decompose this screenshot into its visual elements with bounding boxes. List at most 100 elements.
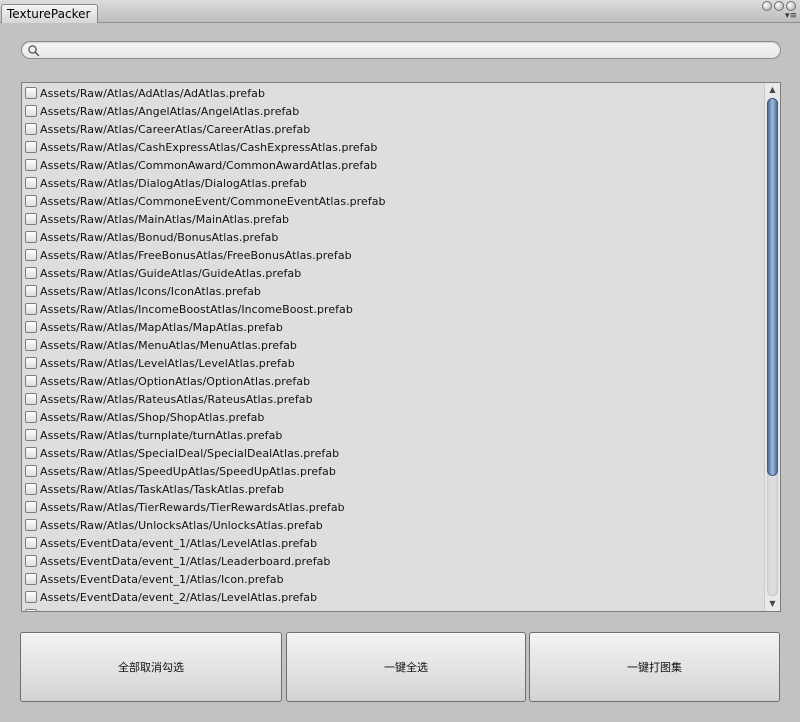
item-checkbox[interactable] [25,285,37,297]
list-item[interactable]: Assets/Raw/Atlas/DialogAtlas/DialogAtlas… [25,174,307,192]
list-item[interactable]: Assets/Raw/Atlas/CashExpressAtlas/CashEx… [25,138,377,156]
list-item[interactable]: Assets/Raw/Atlas/AdAtlas/AdAtlas.prefab [25,84,265,102]
list-item[interactable]: Assets/EventData/event_2/Atlas/Leaderboa… [25,606,330,611]
list-item[interactable]: Assets/Raw/Atlas/GuideAtlas/GuideAtlas.p… [25,264,301,282]
item-label: Assets/EventData/event_2/Atlas/LevelAtla… [40,590,318,604]
item-checkbox[interactable] [25,267,37,279]
list-item[interactable]: Assets/Raw/Atlas/MainAtlas/MainAtlas.pre… [25,210,289,228]
list-item[interactable]: Assets/Raw/Atlas/AngelAtlas/AngelAtlas.p… [25,102,299,120]
item-checkbox[interactable] [25,357,37,369]
list-item[interactable]: Assets/Raw/Atlas/CommoneEvent/CommoneEve… [25,192,386,210]
window-button-icon[interactable] [786,1,796,11]
list-item[interactable]: Assets/Raw/Atlas/UnlocksAtlas/UnlocksAtl… [25,516,323,534]
item-checkbox[interactable] [25,555,37,567]
deselect-all-button[interactable]: 全部取消勾选 [20,632,282,702]
menu-lines-icon[interactable]: ▾≡ [785,12,797,21]
item-label: Assets/Raw/Atlas/IncomeBoostAtlas/Income… [40,302,353,316]
item-checkbox[interactable] [25,465,37,477]
item-checkbox[interactable] [25,105,37,117]
window-controls [762,1,796,11]
item-label: Assets/Raw/Atlas/turnplate/turnAtlas.pre… [40,428,283,442]
select-all-button[interactable]: 一键全选 [286,632,526,702]
list-item[interactable]: Assets/Raw/Atlas/FreeBonusAtlas/FreeBonu… [25,246,352,264]
list-item[interactable]: Assets/Raw/Atlas/LevelAtlas/LevelAtlas.p… [25,354,295,372]
item-label: Assets/Raw/Atlas/TaskAtlas/TaskAtlas.pre… [40,482,285,496]
item-checkbox[interactable] [25,195,37,207]
item-checkbox[interactable] [25,483,37,495]
list-item[interactable]: Assets/EventData/event_2/Atlas/LevelAtla… [25,588,317,606]
item-label: Assets/Raw/Atlas/DialogAtlas/DialogAtlas… [40,176,307,190]
item-label: Assets/Raw/Atlas/MapAtlas/MapAtlas.prefa… [40,320,283,334]
list-item[interactable]: Assets/Raw/Atlas/MenuAtlas/MenuAtlas.pre… [25,336,297,354]
list-item[interactable]: Assets/EventData/event_1/Atlas/Leaderboa… [25,552,330,570]
tab-title: TexturePacker [7,7,91,21]
pack-atlas-button[interactable]: 一键打图集 [529,632,780,702]
item-checkbox[interactable] [25,393,37,405]
item-checkbox[interactable] [25,537,37,549]
item-checkbox[interactable] [25,177,37,189]
item-checkbox[interactable] [25,141,37,153]
prefab-list-panel: Assets/Raw/Atlas/AdAtlas/AdAtlas.prefab A… [21,82,781,612]
item-checkbox[interactable] [25,591,37,603]
list-item[interactable]: Assets/Raw/Atlas/Icons/IconAtlas.prefab [25,282,261,300]
item-label: Assets/Raw/Atlas/LevelAtlas/LevelAtlas.p… [40,356,295,370]
item-checkbox[interactable] [25,447,37,459]
list-item[interactable]: Assets/EventData/event_1/Atlas/LevelAtla… [25,534,317,552]
item-checkbox[interactable] [25,339,37,351]
item-checkbox[interactable] [25,231,37,243]
list-item[interactable]: Assets/EventData/event_1/Atlas/Icon.pref… [25,570,284,588]
list-item[interactable]: Assets/Raw/Atlas/OptionAtlas/OptionAtlas… [25,372,310,390]
item-label: Assets/Raw/Atlas/GuideAtlas/GuideAtlas.p… [40,266,302,280]
item-checkbox[interactable] [25,519,37,531]
item-label: Assets/Raw/Atlas/CommoneEvent/CommoneEve… [40,194,386,208]
item-label: Assets/Raw/Atlas/AngelAtlas/AngelAtlas.p… [40,104,300,118]
window-button-icon[interactable] [762,1,772,11]
search-field[interactable] [21,41,781,59]
scroll-up-arrow-icon[interactable]: ▲ [765,83,780,97]
item-label: Assets/Raw/Atlas/SpecialDeal/SpecialDeal… [40,446,340,460]
search-input[interactable] [44,42,772,58]
list-item[interactable]: Assets/Raw/Atlas/TierRewards/TierRewards… [25,498,345,516]
item-checkbox[interactable] [25,501,37,513]
item-checkbox[interactable] [25,213,37,225]
item-checkbox[interactable] [25,429,37,441]
scroll-down-arrow-icon[interactable]: ▼ [765,597,780,611]
search-icon [28,45,40,57]
item-checkbox[interactable] [25,609,37,611]
item-label: Assets/Raw/Atlas/SpeedUpAtlas/SpeedUpAtl… [40,464,336,478]
list-item[interactable]: Assets/Raw/Atlas/TaskAtlas/TaskAtlas.pre… [25,480,284,498]
list-item[interactable]: Assets/Raw/Atlas/IncomeBoostAtlas/Income… [25,300,353,318]
select-all-label: 一键全选 [384,661,428,674]
item-checkbox[interactable] [25,249,37,261]
list-item[interactable]: Assets/Raw/Atlas/Bonud/BonusAtlas.prefab [25,228,278,246]
scroll-thumb[interactable] [767,98,778,477]
item-label: Assets/Raw/Atlas/CommonAward/CommonAward… [40,158,378,172]
item-checkbox[interactable] [25,411,37,423]
item-label: Assets/Raw/Atlas/TierRewards/TierRewards… [40,500,345,514]
list-item[interactable]: Assets/Raw/Atlas/SpeedUpAtlas/SpeedUpAtl… [25,462,336,480]
item-label: Assets/Raw/Atlas/MenuAtlas/MenuAtlas.pre… [40,338,297,352]
texturepacker-panel: Assets/Raw/Atlas/AdAtlas/AdAtlas.prefab A… [0,23,800,722]
list-item[interactable]: Assets/Raw/Atlas/RateusAtlas/RateusAtlas… [25,390,313,408]
list-item[interactable]: Assets/Raw/Atlas/MapAtlas/MapAtlas.prefa… [25,318,283,336]
list-item[interactable]: Assets/Raw/Atlas/SpecialDeal/SpecialDeal… [25,444,339,462]
item-checkbox[interactable] [25,303,37,315]
item-label: Assets/Raw/Atlas/CareerAtlas/CareerAtlas… [40,122,311,136]
item-checkbox[interactable] [25,573,37,585]
list-item[interactable]: Assets/Raw/Atlas/CommonAward/CommonAward… [25,156,377,174]
deselect-all-label: 全部取消勾选 [118,661,184,674]
list-item[interactable]: Assets/Raw/Atlas/CareerAtlas/CareerAtlas… [25,120,310,138]
tab-texturepacker[interactable]: TexturePacker [1,4,98,23]
window-button-icon[interactable] [774,1,784,11]
item-label: Assets/EventData/event_1/Atlas/Leaderboa… [40,554,331,568]
item-checkbox[interactable] [25,123,37,135]
list-item[interactable]: Assets/Raw/Atlas/Shop/ShopAtlas.prefab [25,408,264,426]
vertical-scrollbar[interactable]: ▲ ▼ [764,83,780,611]
item-checkbox[interactable] [25,375,37,387]
list-item[interactable]: Assets/Raw/Atlas/turnplate/turnAtlas.pre… [25,426,282,444]
item-label: Assets/EventData/event_1/Atlas/Icon.pref… [40,572,284,586]
item-checkbox[interactable] [25,87,37,99]
item-checkbox[interactable] [25,321,37,333]
scroll-track[interactable] [767,98,778,596]
item-checkbox[interactable] [25,159,37,171]
